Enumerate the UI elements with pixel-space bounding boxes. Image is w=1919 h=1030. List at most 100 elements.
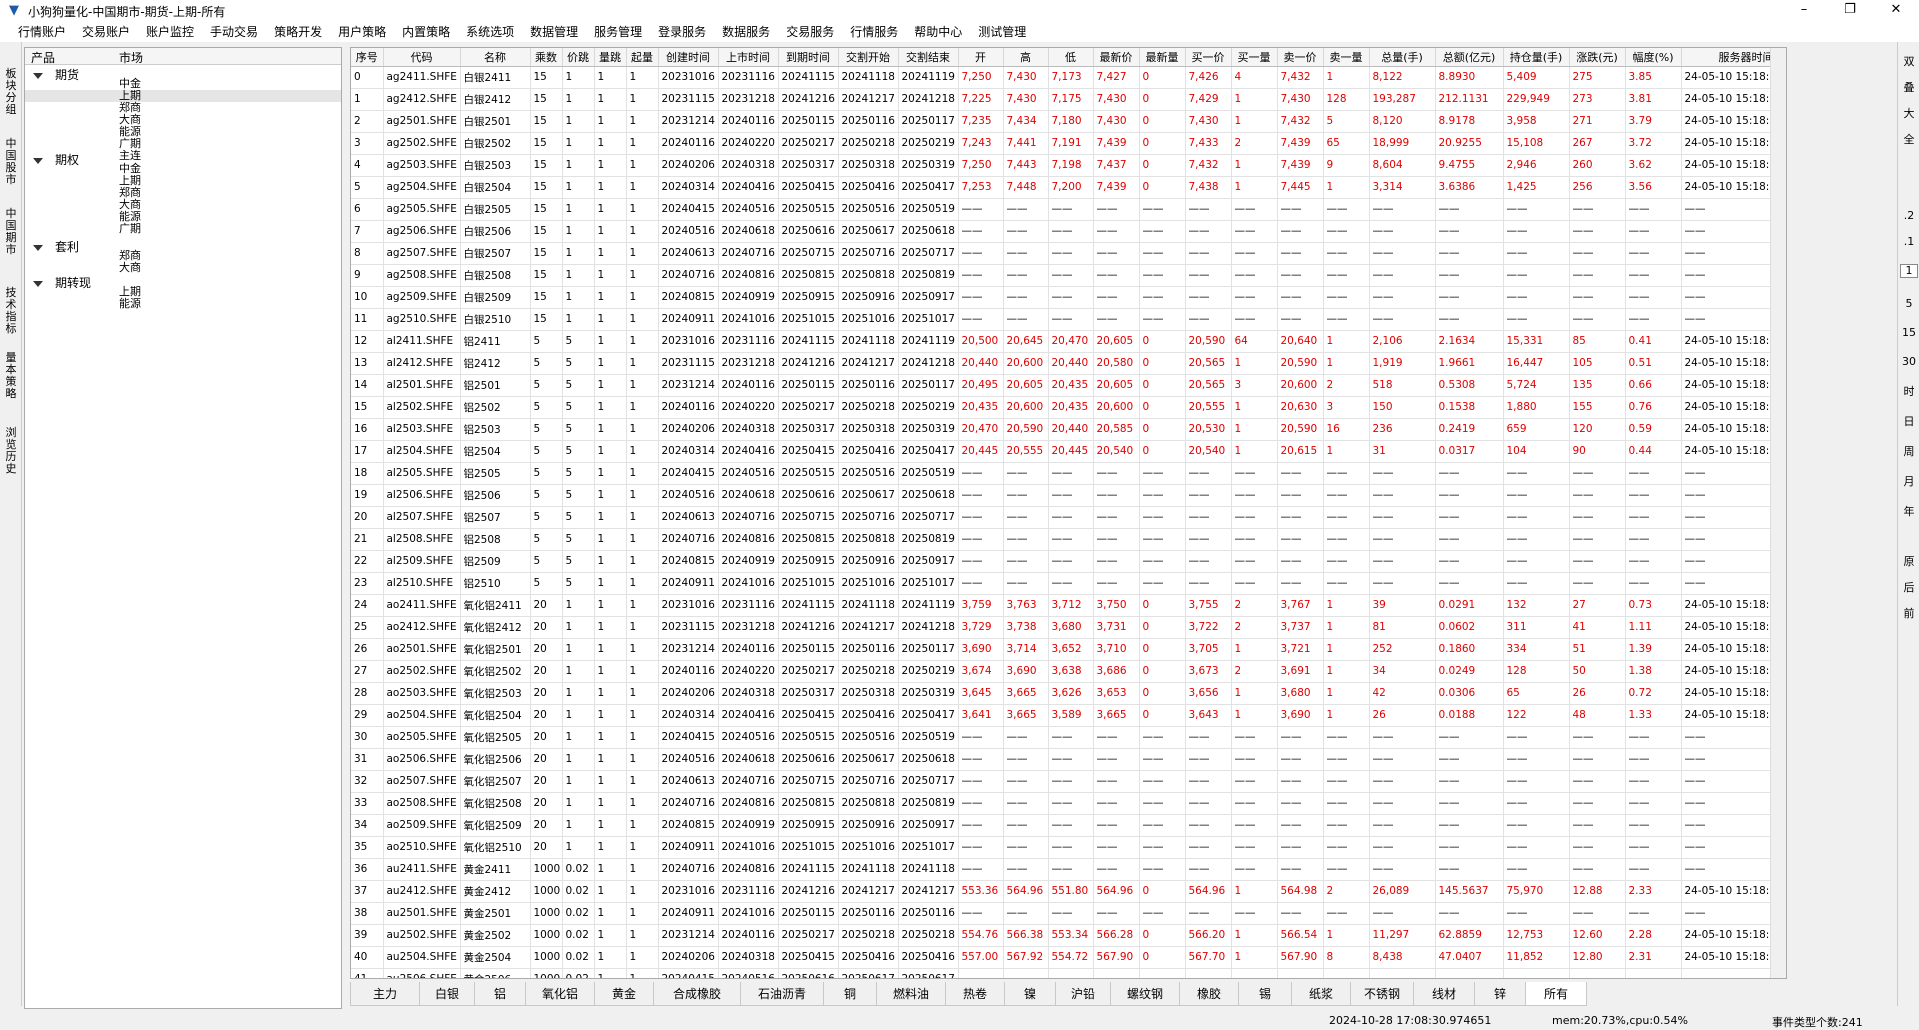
table-row[interactable]: 36 au2411.SHFE 黄金2411 1000 0.02 1 1 20240716 202… [351, 858, 1786, 881]
column-header[interactable]: 乘数 [530, 48, 563, 67]
tab-5[interactable]: 合成橡胶 [653, 982, 741, 1006]
left-tab-3[interactable]: 技术指标 [4, 287, 18, 335]
table-row[interactable]: 19 al2506.SHFE 铝2506 5 5 1 1 20240516 20240618 20… [351, 484, 1786, 507]
table-row[interactable]: 14 al2501.SHFE 铝2501 5 5 1 1 20231214 20240116 20… [351, 374, 1786, 397]
table-row[interactable]: 25 ao2412.SHFE 氧化铝2412 20 1 1 1 20231115 2023121… [351, 616, 1786, 639]
period-button-11[interactable]: 日 [1900, 416, 1918, 428]
menu-item-1[interactable]: 交易账户 [74, 22, 138, 42]
column-header[interactable]: 名称 [460, 48, 531, 67]
column-header[interactable]: 最新价 [1093, 48, 1140, 67]
menu-item-13[interactable]: 行情服务 [842, 22, 906, 42]
tree-market-item[interactable]: 中金 [119, 78, 141, 89]
tree-market-item[interactable]: 能源 [119, 126, 141, 137]
tree-market-item[interactable]: 广期 [119, 223, 141, 234]
period-button-2[interactable]: 大 [1900, 108, 1918, 120]
table-row[interactable]: 33 ao2508.SHFE 氧化铝2508 20 1 1 1 20240716 2024081… [351, 792, 1786, 815]
tab-14[interactable]: 锡 [1238, 982, 1292, 1006]
tab-2[interactable]: 铝 [474, 982, 526, 1006]
table-row[interactable]: 0 ag2411.SHFE 白银2411 15 1 1 1 20231016 20231116 2… [351, 66, 1786, 89]
period-button-13[interactable]: 月 [1900, 476, 1918, 488]
table-row[interactable]: 21 al2508.SHFE 铝2508 5 5 1 1 20240716 20240816 20… [351, 528, 1786, 551]
table-row[interactable]: 30 ao2505.SHFE 氧化铝2505 20 1 1 1 20240415 2024051… [351, 726, 1786, 749]
menu-item-12[interactable]: 交易服务 [778, 22, 842, 42]
table-row[interactable]: 27 ao2502.SHFE 氧化铝2502 20 1 1 1 20240116 2024022… [351, 660, 1786, 683]
period-button-3[interactable]: 全 [1900, 134, 1918, 146]
column-header[interactable]: 持仓量(手) [1503, 48, 1570, 67]
left-tab-0[interactable]: 板块分组 [4, 68, 18, 116]
period-button-6[interactable]: 1 [1900, 264, 1918, 278]
tab-10[interactable]: 镍 [1004, 982, 1056, 1006]
period-button-9[interactable]: 30 [1900, 356, 1918, 368]
menu-item-4[interactable]: 策略开发 [266, 22, 330, 42]
menu-item-0[interactable]: 行情账户 [10, 22, 74, 42]
period-button-14[interactable]: 年 [1900, 506, 1918, 518]
table-row[interactable]: 10 ag2509.SHFE 白银2509 15 1 1 1 20240815 20240919… [351, 286, 1786, 309]
table-row[interactable]: 22 al2509.SHFE 铝2509 5 5 1 1 20240815 20240919 20… [351, 550, 1786, 573]
tree-market-item[interactable]: 郑商 [119, 250, 141, 261]
tab-15[interactable]: 纸浆 [1291, 982, 1351, 1006]
table-row[interactable]: 26 ao2501.SHFE 氧化铝2501 20 1 1 1 20231214 2024011… [351, 638, 1786, 661]
column-header[interactable]: 卖一价 [1277, 48, 1324, 67]
minimize-button[interactable]: – [1781, 0, 1827, 22]
table-row[interactable]: 24 ao2411.SHFE 氧化铝2411 20 1 1 1 20231016 2023111… [351, 594, 1786, 617]
column-header[interactable]: 创建时间 [658, 48, 719, 67]
menu-item-6[interactable]: 内置策略 [394, 22, 458, 42]
period-button-8[interactable]: 15 [1900, 327, 1918, 339]
table-row[interactable]: 18 al2505.SHFE 铝2505 5 5 1 1 20240415 20240516 20… [351, 462, 1786, 485]
table-row[interactable]: 28 ao2503.SHFE 氧化铝2503 20 1 1 1 20240206 2024031… [351, 682, 1786, 705]
expand-arrow-icon[interactable] [33, 157, 43, 164]
expand-arrow-icon[interactable] [33, 244, 43, 251]
table-row[interactable]: 23 al2510.SHFE 铝2510 5 5 1 1 20240911 20241016 20… [351, 572, 1786, 595]
left-tab-1[interactable]: 中国股市 [4, 138, 18, 186]
expand-arrow-icon[interactable] [33, 280, 43, 287]
column-header[interactable]: 买一量 [1231, 48, 1278, 67]
tab-1[interactable]: 白银 [419, 982, 475, 1006]
table-row[interactable]: 3 ag2502.SHFE 白银2502 15 1 1 1 20240116 20240220 2… [351, 132, 1786, 155]
tab-11[interactable]: 沪铅 [1055, 982, 1111, 1006]
tab-8[interactable]: 燃料油 [876, 982, 946, 1006]
menu-item-2[interactable]: 账户监控 [138, 22, 202, 42]
column-header[interactable]: 买一价 [1185, 48, 1232, 67]
period-button-16[interactable]: 后 [1900, 582, 1918, 594]
tree-market-item[interactable]: 主连 [119, 150, 141, 161]
table-row[interactable]: 37 au2412.SHFE 黄金2412 1000 0.02 1 1 20231016 202… [351, 880, 1786, 903]
table-row[interactable]: 12 al2411.SHFE 铝2411 5 5 1 1 20231016 20231116 20… [351, 330, 1786, 353]
tab-9[interactable]: 热卷 [945, 982, 1005, 1006]
tree-market-item[interactable]: 大商 [119, 114, 141, 125]
period-button-4[interactable]: .2 [1900, 210, 1918, 222]
table-row[interactable]: 40 au2504.SHFE 黄金2504 1000 0.02 1 1 20240206 202… [351, 946, 1786, 969]
period-button-5[interactable]: .1 [1900, 236, 1918, 248]
menu-item-5[interactable]: 用户策略 [330, 22, 394, 42]
vertical-scrollbar[interactable] [1770, 48, 1786, 978]
tree-market-item[interactable]: 大商 [119, 199, 141, 210]
table-row[interactable]: 41au2506.SHFE黄金250610000.021120240415202… [351, 968, 1786, 978]
table-row[interactable]: 11 ag2510.SHFE 白银2510 15 1 1 1 20240911 20241016… [351, 308, 1786, 331]
tree-group-1[interactable]: 期权 [33, 151, 79, 168]
column-header[interactable]: 到期时间 [778, 48, 839, 67]
period-button-0[interactable]: 双 [1900, 56, 1918, 68]
period-button-7[interactable]: 5 [1900, 298, 1918, 310]
period-button-1[interactable]: 叠 [1900, 82, 1918, 94]
column-header[interactable]: 交割结束 [898, 48, 959, 67]
menu-item-10[interactable]: 登录服务 [650, 22, 714, 42]
left-tab-2[interactable]: 中国期市 [4, 208, 18, 256]
tab-0[interactable]: 主力 [350, 982, 420, 1006]
column-header[interactable]: 总额(亿元) [1435, 48, 1504, 67]
tab-12[interactable]: 螺纹钢 [1110, 982, 1180, 1006]
left-tab-4[interactable]: 量本策略 [4, 352, 18, 400]
tab-18[interactable]: 锌 [1474, 982, 1526, 1006]
tree-market-item[interactable]: 能源 [119, 298, 141, 309]
column-header[interactable]: 幅度(%) [1625, 48, 1682, 67]
menu-item-14[interactable]: 帮助中心 [906, 22, 970, 42]
table-row[interactable]: 31 ao2506.SHFE 氧化铝2506 20 1 1 1 20240516 2024061… [351, 748, 1786, 771]
column-header[interactable]: 量跳 [594, 48, 627, 67]
menu-item-8[interactable]: 数据管理 [522, 22, 586, 42]
table-row[interactable]: 32 ao2507.SHFE 氧化铝2507 20 1 1 1 20240613 2024071… [351, 770, 1786, 793]
table-row[interactable]: 39 au2502.SHFE 黄金2502 1000 0.02 1 1 20231214 202… [351, 924, 1786, 947]
menu-item-11[interactable]: 数据服务 [714, 22, 778, 42]
table-row[interactable]: 9 ag2508.SHFE 白银2508 15 1 1 1 20240716 20240816 2… [351, 264, 1786, 287]
table-row[interactable]: 20 al2507.SHFE 铝2507 5 5 1 1 20240613 20240716 20… [351, 506, 1786, 529]
tree-market-item[interactable]: 上期 [119, 175, 141, 186]
table-row[interactable]: 4 ag2503.SHFE 白银2503 15 1 1 1 20240206 20240318 2… [351, 154, 1786, 177]
column-header[interactable]: 低 [1048, 48, 1094, 67]
